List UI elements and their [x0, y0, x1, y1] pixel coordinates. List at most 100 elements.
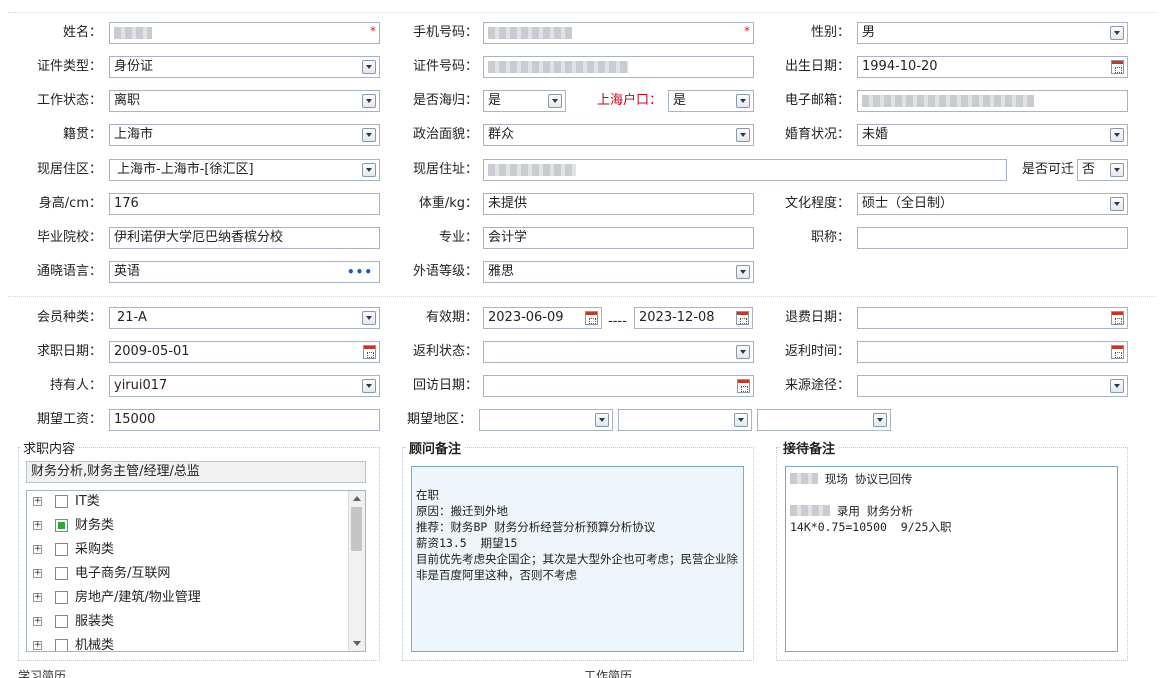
salary-value: 15000 — [114, 412, 156, 427]
validity-to-input[interactable]: 2023-12-08 — [634, 307, 753, 329]
checkbox-checked[interactable] — [55, 519, 68, 532]
chevron-down-icon[interactable] — [362, 163, 376, 177]
expand-icon[interactable]: + — [33, 593, 42, 602]
salary-input[interactable]: 15000 — [109, 409, 380, 431]
chevron-down-icon[interactable] — [1110, 26, 1124, 40]
reception-notes-textarea[interactable]: 现场 协议已回传 录用 财务分析 14K*0.75=10500 9/25入职 — [785, 466, 1118, 652]
expand-icon[interactable]: + — [33, 641, 42, 650]
rebate-time-input[interactable] — [857, 341, 1128, 363]
chevron-down-icon[interactable] — [548, 94, 562, 108]
expand-icon[interactable]: + — [33, 521, 42, 530]
scroll-up-icon[interactable] — [353, 496, 361, 501]
idtype-select[interactable]: 身份证 — [109, 56, 380, 78]
name-label: 姓名： — [62, 25, 102, 40]
email-input[interactable] — [857, 90, 1128, 112]
birth-date-input[interactable]: 1994-10-20 — [857, 56, 1128, 78]
weight-input[interactable]: 未提供 — [483, 193, 754, 215]
refund-date-label: 退费日期： — [784, 310, 850, 325]
idno-input[interactable] — [483, 56, 754, 78]
chevron-down-icon[interactable] — [734, 413, 748, 427]
calendar-icon[interactable] — [363, 345, 376, 359]
advisor-notes-textarea[interactable]: 在职 原因：搬迁到外地 推荐：财务BP 财务分析经营分析预算分析协议 薪资13.… — [411, 466, 744, 652]
revisit-date-input[interactable] — [483, 375, 754, 397]
expand-icon[interactable]: + — [33, 617, 42, 626]
phone-input[interactable]: * — [483, 22, 754, 44]
rebate-status-select[interactable] — [483, 341, 754, 363]
idtype-value: 身份证 — [114, 59, 154, 74]
calendar-icon[interactable] — [736, 311, 749, 325]
expand-icon[interactable]: + — [33, 497, 42, 506]
rebate-time-label: 返利时间： — [784, 344, 850, 359]
marital-value: 未婚 — [862, 127, 889, 142]
scroll-thumb[interactable] — [351, 507, 362, 551]
checkbox[interactable] — [55, 639, 68, 651]
required-mark: * — [744, 24, 750, 38]
gender-select[interactable]: 男 — [857, 22, 1128, 44]
chevron-down-icon[interactable] — [1110, 197, 1124, 211]
education-select[interactable]: 硕士（全日制） — [857, 193, 1128, 215]
more-icon[interactable]: ••• — [347, 266, 373, 278]
revisit-label: 回访日期： — [412, 378, 478, 393]
calendar-icon[interactable] — [1111, 60, 1124, 74]
checkbox[interactable] — [55, 615, 68, 628]
langlevel-select[interactable]: 雅思 — [483, 261, 754, 283]
major-input[interactable]: 会计学 — [483, 227, 754, 249]
returnee-select[interactable]: 是 — [483, 90, 566, 112]
checkbox[interactable] — [55, 567, 68, 580]
scroll-down-icon[interactable] — [353, 641, 361, 646]
relocate-select[interactable]: 否 — [1077, 159, 1128, 181]
chevron-down-icon[interactable] — [362, 60, 376, 74]
district-select[interactable]: 上海市-上海市-[徐汇区] — [109, 159, 380, 181]
language-picker[interactable]: 英语 ••• — [109, 261, 380, 283]
weight-value: 未提供 — [488, 196, 528, 211]
education-label: 文化程度： — [784, 196, 850, 211]
height-input[interactable]: 176 — [109, 193, 380, 215]
source-select[interactable] — [857, 375, 1128, 397]
job-category-tree[interactable]: + IT类 + 财务类 + 采购类 + 电子商务/互联网 + 房地产/建筑/物业… — [26, 490, 366, 652]
calendar-icon[interactable] — [1111, 345, 1124, 359]
validity-from-input[interactable]: 2023-06-09 — [483, 307, 602, 329]
title-input[interactable] — [857, 227, 1128, 249]
area-district-select[interactable] — [757, 409, 891, 431]
hukou-select[interactable]: 是 — [668, 90, 754, 112]
refund-date-input[interactable] — [857, 307, 1128, 329]
chevron-down-icon[interactable] — [873, 413, 887, 427]
calendar-icon[interactable] — [737, 379, 750, 393]
chevron-down-icon[interactable] — [736, 265, 750, 279]
chevron-down-icon[interactable] — [1110, 128, 1124, 142]
marital-select[interactable]: 未婚 — [857, 124, 1128, 146]
calendar-icon[interactable] — [585, 311, 598, 325]
calendar-icon[interactable] — [1111, 311, 1124, 325]
native-select[interactable]: 上海市 — [109, 124, 380, 146]
chevron-down-icon[interactable] — [736, 128, 750, 142]
chevron-down-icon[interactable] — [362, 311, 376, 325]
membertype-label: 会员种类： — [36, 310, 102, 325]
school-input[interactable]: 伊利诺伊大学厄巴纳香槟分校 — [109, 227, 380, 249]
expand-icon[interactable]: + — [33, 569, 42, 578]
chevron-down-icon[interactable] — [595, 413, 609, 427]
address-input[interactable] — [483, 159, 1007, 181]
holder-select[interactable]: yirui017 — [109, 375, 380, 397]
name-input[interactable]: * — [109, 22, 380, 44]
advisor-notes-title: 顾问备注 — [406, 438, 465, 457]
chevron-down-icon[interactable] — [362, 94, 376, 108]
chevron-down-icon[interactable] — [736, 94, 750, 108]
area-city-select[interactable] — [618, 409, 752, 431]
checkbox[interactable] — [55, 591, 68, 604]
chevron-down-icon[interactable] — [736, 345, 750, 359]
checkbox[interactable] — [55, 495, 68, 508]
tree-scrollbar[interactable] — [348, 491, 365, 651]
relocate-value: 否 — [1082, 162, 1096, 177]
area-province-select[interactable] — [479, 409, 613, 431]
chevron-down-icon[interactable] — [1110, 379, 1124, 393]
chevron-down-icon[interactable] — [362, 128, 376, 142]
checkbox[interactable] — [55, 543, 68, 556]
chevron-down-icon[interactable] — [1110, 163, 1124, 177]
membertype-select[interactable]: 21-A — [109, 307, 380, 329]
expand-icon[interactable]: + — [33, 545, 42, 554]
chevron-down-icon[interactable] — [362, 379, 376, 393]
jobdate-input[interactable]: 2009-05-01 — [109, 341, 380, 363]
jobdate-label: 求职日期： — [36, 344, 102, 359]
political-select[interactable]: 群众 — [483, 124, 754, 146]
workstatus-select[interactable]: 离职 — [109, 90, 380, 112]
